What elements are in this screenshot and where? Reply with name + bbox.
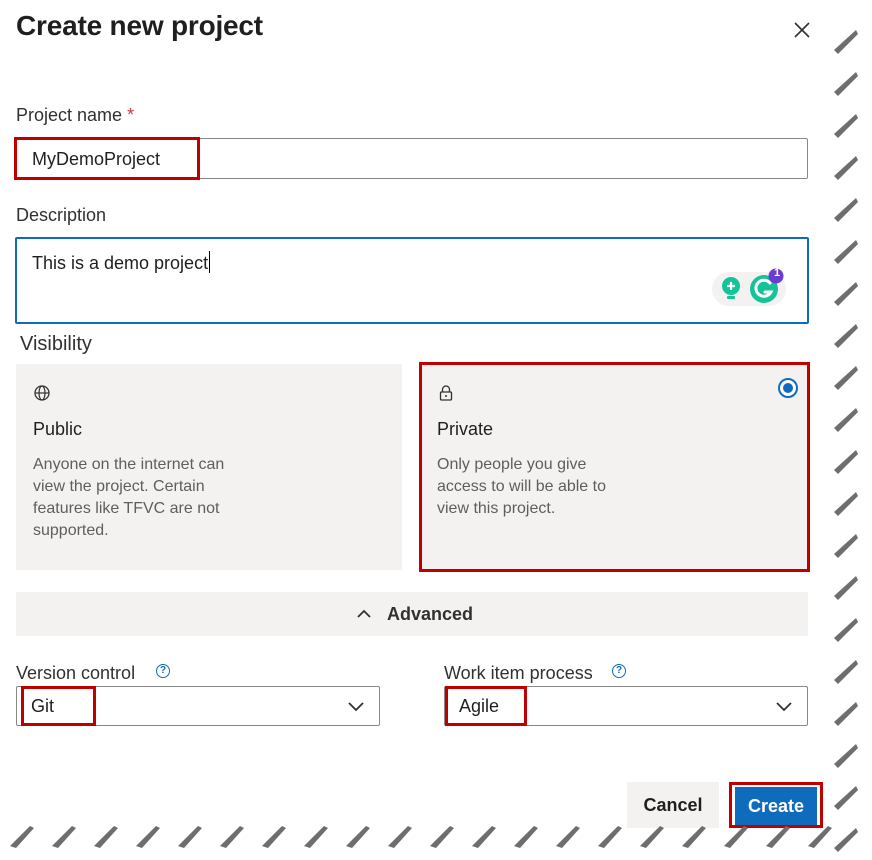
torn-edge-decoration — [10, 30, 858, 852]
